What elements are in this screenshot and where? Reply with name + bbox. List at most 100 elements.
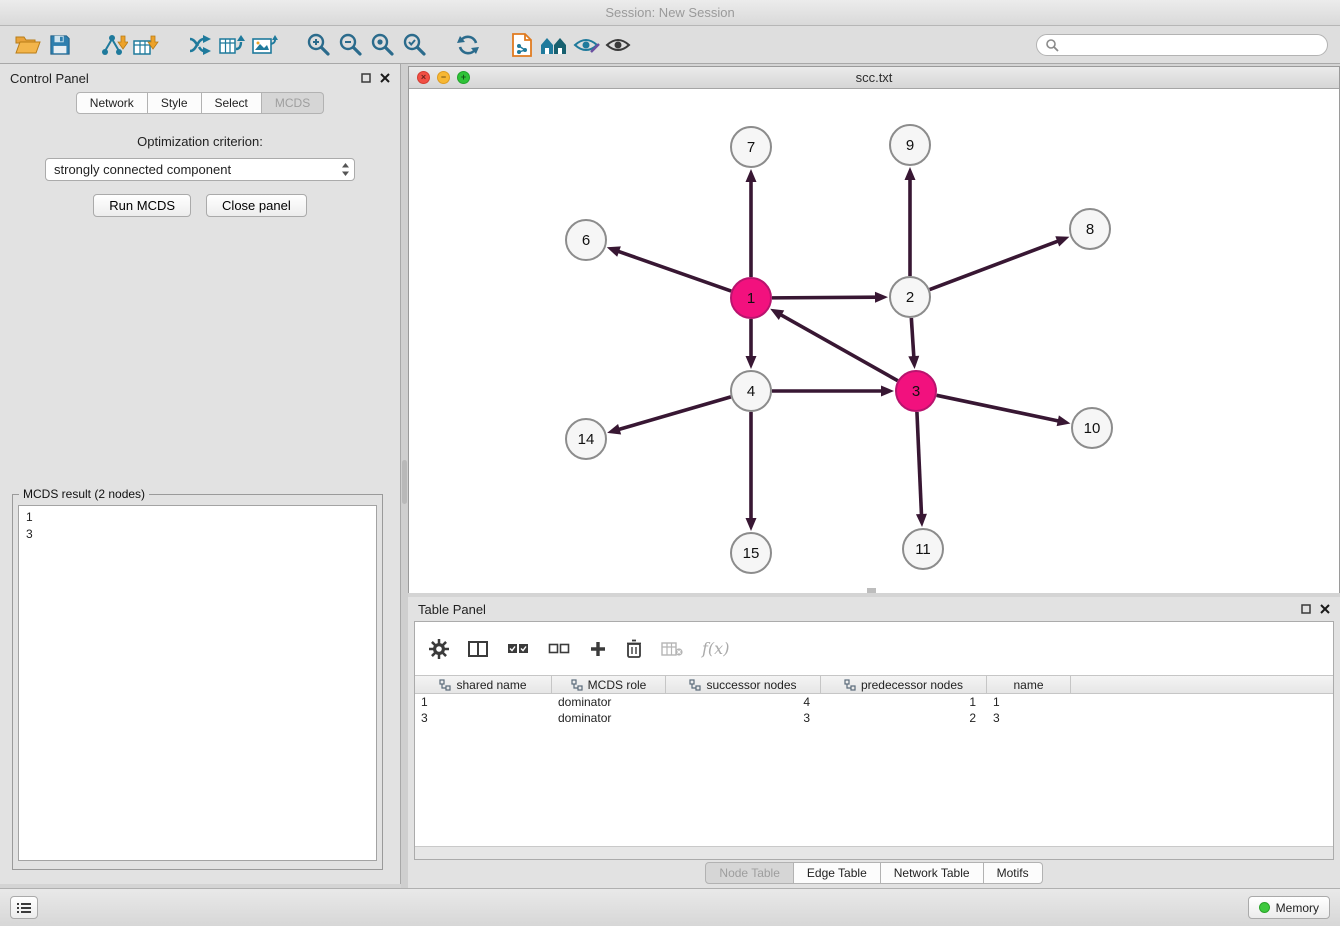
column-label: MCDS role (588, 678, 647, 692)
close-table-panel-icon[interactable] (1320, 604, 1330, 614)
graph-node-label: 8 (1086, 221, 1094, 238)
edge-2-8[interactable] (930, 241, 1059, 290)
deselect-all-columns-icon[interactable] (548, 641, 570, 657)
zoom-out-button[interactable] (334, 29, 366, 61)
node-table-container: f(x) shared name (414, 621, 1334, 860)
zoom-fit-icon (370, 32, 395, 57)
refresh-layout-button[interactable] (452, 29, 484, 61)
cell-successor-nodes[interactable]: 4 (666, 694, 821, 710)
cell-predecessor-nodes[interactable]: 2 (821, 710, 987, 726)
window-close-button[interactable]: × (417, 71, 430, 84)
column-header-predecessor-nodes[interactable]: predecessor nodes (821, 676, 987, 693)
table-row[interactable]: 1 dominator 4 1 1 (415, 694, 1333, 710)
tab-edge-table[interactable]: Edge Table (794, 862, 881, 884)
open-session-button[interactable] (12, 29, 44, 61)
column-selector-icon[interactable] (468, 640, 488, 658)
table-header-row: shared name MCDS role (415, 675, 1333, 694)
edge-4-14[interactable] (618, 397, 731, 430)
column-header-mcds-role[interactable]: MCDS role (552, 676, 666, 693)
zoom-in-icon (306, 32, 331, 57)
graph-node-label: 6 (582, 232, 590, 249)
edge-1-6[interactable] (617, 251, 731, 291)
zoom-in-button[interactable] (302, 29, 334, 61)
save-session-button[interactable] (44, 29, 76, 61)
window-zoom-button[interactable]: + (457, 71, 470, 84)
edge-2-3[interactable] (911, 318, 914, 358)
close-panel-icon[interactable] (380, 73, 390, 83)
memory-button[interactable]: Memory (1248, 896, 1330, 919)
edge-3-10[interactable] (937, 395, 1060, 421)
network-canvas[interactable]: 7968124314101511 (409, 89, 1339, 593)
cell-predecessor-nodes[interactable]: 1 (821, 694, 987, 710)
table-row[interactable]: 3 dominator 3 2 3 (415, 710, 1333, 726)
window-minimize-button[interactable]: − (437, 71, 450, 84)
run-mcds-button[interactable]: Run MCDS (93, 194, 191, 217)
criterion-dropdown[interactable]: strongly connected component (45, 158, 355, 181)
cell-mcds-role[interactable]: dominator (552, 694, 666, 710)
edge-arrowhead (1057, 415, 1071, 426)
export-image-icon (251, 34, 278, 56)
status-bar: Memory (0, 888, 1340, 926)
tab-motifs[interactable]: Motifs (984, 862, 1043, 884)
cell-mcds-role[interactable]: dominator (552, 710, 666, 726)
save-floppy-icon (49, 34, 71, 56)
table-panel-tabs: Node Table Edge Table Network Table Moti… (408, 862, 1340, 884)
function-builder-icon[interactable]: f(x) (702, 639, 729, 658)
tab-network[interactable]: Network (76, 92, 148, 114)
float-table-panel-icon[interactable] (1301, 604, 1311, 614)
cell-name[interactable]: 3 (987, 710, 1071, 726)
network-shuffle-icon (187, 34, 213, 56)
tab-style[interactable]: Style (148, 92, 202, 114)
import-network-button[interactable] (98, 29, 130, 61)
task-history-button[interactable] (10, 896, 38, 919)
sort-hierarchy-icon (844, 679, 856, 691)
tab-mcds[interactable]: MCDS (262, 92, 324, 114)
delete-column-trash-icon[interactable] (626, 639, 642, 658)
control-panel: Control Panel Network Style Select MCDS … (0, 64, 401, 884)
export-image-button[interactable] (248, 29, 280, 61)
network-from-table-button[interactable] (216, 29, 248, 61)
zoom-selected-button[interactable] (398, 29, 430, 61)
column-header-shared-name[interactable]: shared name (415, 676, 552, 693)
float-panel-icon[interactable] (361, 73, 371, 83)
home-view-button[interactable] (538, 29, 570, 61)
table-panel-title: Table Panel (418, 602, 486, 617)
splitter-handle[interactable] (402, 460, 407, 504)
add-column-icon[interactable] (589, 640, 607, 658)
import-table-button[interactable] (130, 29, 162, 61)
window-titlebar: Session: New Session (0, 0, 1340, 26)
tab-network-table[interactable]: Network Table (881, 862, 984, 884)
canvas-scroll-handle[interactable] (867, 588, 876, 593)
graph-node-label: 3 (912, 383, 920, 400)
column-header-name[interactable]: name (987, 676, 1071, 693)
cell-successor-nodes[interactable]: 3 (666, 710, 821, 726)
edge-1-2[interactable] (772, 297, 877, 298)
edge-arrowhead (905, 167, 916, 180)
edge-3-11[interactable] (917, 412, 922, 516)
panel-splitter[interactable] (401, 64, 408, 888)
show-hide-button[interactable] (602, 29, 634, 61)
edge-3-1[interactable] (780, 314, 898, 380)
network-canvas-container: 7968124314101511 (409, 89, 1339, 593)
graphics-details-button[interactable] (570, 29, 602, 61)
mcds-result-list[interactable]: 1 3 (18, 505, 377, 861)
table-settings-gear-icon[interactable] (429, 639, 449, 659)
copy-network-button[interactable] (506, 29, 538, 61)
tab-node-table[interactable]: Node Table (705, 862, 794, 884)
delete-table-icon[interactable] (661, 641, 683, 657)
search-field[interactable] (1036, 34, 1328, 56)
table-toolbar: f(x) (415, 622, 1333, 675)
column-header-successor-nodes[interactable]: successor nodes (666, 676, 821, 693)
cell-shared-name[interactable]: 1 (415, 694, 552, 710)
optimization-criterion-label: Optimization criterion: (0, 134, 400, 149)
close-panel-button[interactable]: Close panel (206, 194, 307, 217)
mcds-result-item: 3 (26, 526, 369, 543)
cell-shared-name[interactable]: 3 (415, 710, 552, 726)
table-horizontal-scrollbar[interactable] (415, 846, 1333, 859)
tab-select[interactable]: Select (202, 92, 262, 114)
search-input[interactable] (1064, 38, 1319, 52)
select-all-columns-icon[interactable] (507, 641, 529, 657)
zoom-fit-button[interactable] (366, 29, 398, 61)
cell-name[interactable]: 1 (987, 694, 1071, 710)
new-network-button[interactable] (184, 29, 216, 61)
